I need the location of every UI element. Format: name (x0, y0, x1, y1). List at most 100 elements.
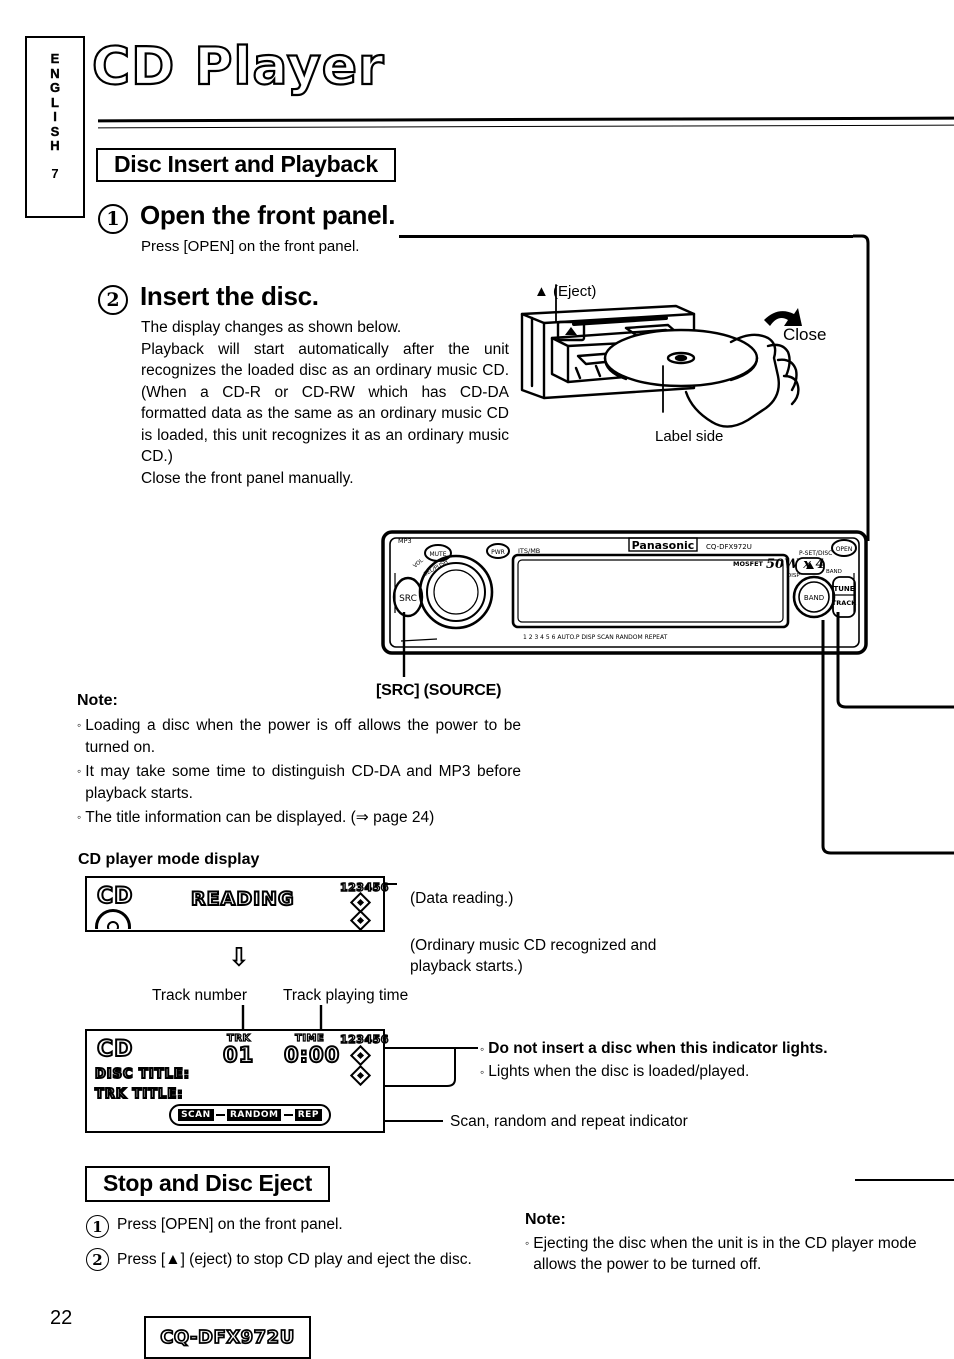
scan-indicator: SCAN (178, 1109, 214, 1121)
label-track-playing-time: Track playing time (283, 987, 409, 1004)
flow-arrow-down: ⇩ (228, 942, 250, 972)
svg-text:P-SET/DISC: P-SET/DISC (799, 550, 832, 557)
lang-letter: L (51, 94, 59, 110)
indicator-divider (215, 1114, 225, 1116)
random-indicator: RANDOM (226, 1109, 282, 1121)
step-2-line-2: Playback will start automatically after … (141, 340, 509, 466)
footer-model-label: CQ-DFX972U (159, 1326, 295, 1349)
cd-mode-display-heading: CD player mode display (78, 851, 260, 868)
lang-letter: G (49, 80, 61, 95)
faceplate-brand-text: Panasonic (632, 539, 695, 552)
lcd1-disc-numbers: 123456 (339, 880, 389, 894)
title-rule (97, 116, 954, 129)
lang-letter: I (53, 109, 57, 124)
svg-text:OPEN: OPEN (836, 546, 853, 553)
svg-text:VOL: VOL (412, 557, 425, 569)
page-title: CD Player (91, 37, 385, 97)
svg-text:DISP: DISP (787, 573, 800, 579)
playback-indicator-group: SCAN RANDOM REP (169, 1104, 331, 1126)
lcd2-time-value: 0:00 (283, 1042, 341, 1068)
step-2-marker: 2 (98, 285, 128, 315)
annotation-indicator-warning: Do not insert a disc when this indicator… (488, 1040, 828, 1057)
disc-indicator-icon-bottom (349, 1064, 372, 1087)
annotation-indicator-lights: Lights when the disc is loaded/played. (488, 1063, 750, 1080)
svg-text:50W x 4: 50W x 4 (766, 557, 825, 572)
label-track-number: Track number (152, 987, 248, 1004)
note1-item-text: It may take some time to distinguish CD-… (85, 763, 521, 802)
disc-insert-illustration (520, 284, 802, 428)
step-2-line-3: Close the front panel manually. (141, 469, 354, 487)
lcd-display-playing: CD DISC TITLE: TRK TITLE: TRK 01 TIME 0:… (85, 1029, 389, 1133)
svg-text:TUNE: TUNE (833, 585, 854, 593)
language-label-vertical: E N G L I S H (49, 51, 61, 154)
stop-eject-step-1-marker: 1 (86, 1215, 109, 1238)
disc-indicator-icon-bottom (349, 909, 372, 932)
lcd2-disc-title: DISC TITLE: (94, 1066, 190, 1083)
note1-item-text: Loading a disc when the power is off all… (85, 717, 521, 756)
bullet-icon: ◦ (525, 1236, 530, 1250)
note1-item: ◦ Loading a disc when the power is off a… (77, 715, 521, 759)
annotation-data-reading: (Data reading.) (410, 890, 514, 907)
note1-item: ◦ It may take some time to distinguish C… (77, 761, 521, 805)
svg-text:PWR: PWR (491, 549, 505, 556)
disc-spin-icon (95, 909, 135, 929)
annotation-indicator-lights-row: ◦ Lights when the disc is loaded/played. (480, 1062, 900, 1083)
lcd-display-reading: CD READING 123456 (85, 876, 389, 932)
bullet-icon: ◦ (77, 810, 82, 824)
lang-letter: H (50, 138, 60, 153)
note2-item: ◦ Ejecting the disc when the unit is in … (525, 1233, 937, 1275)
footer-page-number: 22 (50, 1307, 73, 1329)
annotation-scan-random-repeat: Scan, random and repeat indicator (450, 1113, 688, 1130)
section-header-disc-insert: Disc Insert and Playback (96, 148, 396, 182)
step-2-line-1: The display changes as shown below. (141, 319, 402, 336)
section-number: 7 (51, 165, 59, 181)
note2-item-text: Ejecting the disc when the unit is in th… (533, 1235, 917, 1273)
bullet-icon: ◦ (480, 1042, 485, 1056)
svg-text:MUTE: MUTE (429, 551, 446, 558)
lang-letter: S (50, 123, 60, 139)
lang-letter: E (50, 51, 60, 66)
lang-letter: N (50, 65, 60, 81)
svg-text:MP3: MP3 (398, 537, 412, 545)
note2-list: ◦ Ejecting the disc when the unit is in … (525, 1233, 937, 1277)
faceplate-model-text: CQ-DFX972U (706, 543, 752, 551)
lcd2-disc-numbers: 123456 (339, 1032, 389, 1046)
bullet-icon: ◦ (480, 1065, 485, 1079)
section-header-stop-eject: Stop and Disc Eject (85, 1166, 331, 1202)
annotation-indicator-block: ◦ Do not insert a disc when this indicat… (480, 1039, 900, 1085)
step-1-heading: Open the front panel. (140, 200, 396, 230)
disc-indicator-icon-top (349, 1044, 372, 1067)
step-1-leader-rule (399, 235, 853, 238)
lcd2-track-title: TRK TITLE: (94, 1086, 184, 1103)
lcd2-track-number: 01 (222, 1042, 255, 1068)
note1-list: ◦ Loading a disc when the power is off a… (77, 715, 521, 831)
footer-model-box: CQ-DFX972U (144, 1316, 311, 1359)
language-side-tab: E N G L I S H 7 (25, 36, 85, 218)
stop-eject-step-2-marker: 2 (86, 1248, 109, 1271)
lcd2-source: CD (96, 1036, 134, 1063)
svg-text:BAND: BAND (804, 594, 824, 602)
repeat-indicator: REP (294, 1109, 322, 1121)
svg-text:MOSFET: MOSFET (733, 560, 764, 568)
head-unit-faceplate-illustration: SRC MUTE PWR BAND OPEN TUNE TRACK Panaso… (381, 530, 868, 655)
bullet-icon: ◦ (77, 764, 82, 778)
stop-eject-step-1-text: Press [OPEN] on the front panel. (117, 1216, 343, 1233)
faceplate-src-text: SRC (399, 594, 417, 604)
step-1-marker: 1 (98, 204, 128, 234)
step-1-body: Press [OPEN] on the front panel. (141, 238, 360, 255)
step-2-heading: Insert the disc. (140, 281, 319, 311)
note1-item: ◦ The title information can be displayed… (77, 807, 521, 829)
section-header-label: Disc Insert and Playback (114, 150, 378, 177)
svg-text:TRACK: TRACK (832, 599, 857, 607)
bullet-icon: ◦ (77, 718, 82, 732)
stop-eject-step-2-text: Press [▲] (eject) to stop CD play and ej… (117, 1251, 472, 1268)
annotation-ordinary-playback: (Ordinary music CD recognized and playba… (410, 937, 657, 975)
step-2-body: The display changes as shown below. Play… (141, 317, 509, 489)
note2-heading: Note: (525, 1211, 566, 1228)
note1-heading: Note: (77, 692, 118, 709)
svg-text:BAND: BAND (826, 569, 842, 575)
note1-item-text: The title information can be displayed. … (85, 809, 435, 826)
section-header-label: Stop and Disc Eject (103, 1169, 313, 1196)
lcd1-source: CD (96, 883, 134, 910)
lcd1-message: READING (190, 887, 295, 911)
